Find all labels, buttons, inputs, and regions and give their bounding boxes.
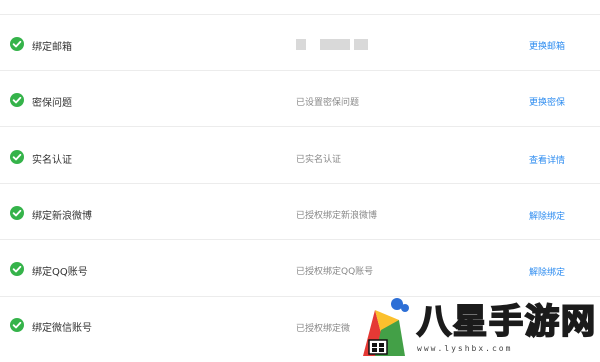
row-divider (0, 239, 600, 240)
change-email-link[interactable]: 更换邮箱 (529, 39, 565, 52)
change-security-question-link[interactable]: 更换密保 (529, 95, 565, 108)
row-bind-email: 绑定邮箱 更换邮箱 (0, 15, 600, 71)
row-divider (0, 126, 600, 127)
watermark-brand: 八星手游网 (416, 301, 597, 343)
row-status-text: 已授权绑定QQ账号 (296, 267, 374, 277)
check-circle-icon (10, 318, 24, 332)
row-status-text: 已授权绑定新浪微博 (296, 211, 378, 221)
row-label: 绑定QQ账号 (32, 267, 88, 278)
row-status-text: 已授权绑定微 (296, 324, 351, 334)
watermark: 八星手游网 www.lyshbx.com (355, 292, 600, 362)
row-label: 实名认证 (32, 155, 72, 166)
check-circle-icon (10, 93, 24, 107)
watermark-logo-icon (355, 296, 413, 358)
watermark-url: www.lyshbx.com (417, 344, 513, 353)
check-circle-icon (10, 206, 24, 220)
check-circle-icon (10, 37, 24, 51)
row-bind-qq: 绑定QQ账号 已授权绑定QQ账号 解除绑定 (0, 241, 600, 297)
row-label: 绑定微信账号 (32, 323, 92, 334)
row-label: 绑定邮箱 (32, 42, 72, 53)
masked-email-value (296, 39, 371, 50)
check-circle-icon (10, 150, 24, 164)
row-status-text: 已实名认证 (296, 155, 342, 165)
unbind-weibo-link[interactable]: 解除绑定 (529, 209, 565, 222)
account-security-page: 绑定邮箱 更换邮箱 密保问题 已设置密保问题 更换密保 实名认证 已实名认证 查… (0, 0, 600, 362)
view-details-link[interactable]: 查看详情 (529, 153, 565, 166)
unbind-qq-link[interactable]: 解除绑定 (529, 265, 565, 278)
row-label: 密保问题 (32, 98, 72, 109)
row-status-text: 已设置密保问题 (296, 98, 360, 108)
row-security-question: 密保问题 已设置密保问题 更换密保 (0, 71, 600, 127)
row-label: 绑定新浪微博 (32, 211, 92, 222)
row-bind-weibo: 绑定新浪微博 已授权绑定新浪微博 解除绑定 (0, 184, 600, 240)
check-circle-icon (10, 262, 24, 276)
row-real-name: 实名认证 已实名认证 查看详情 (0, 128, 600, 184)
